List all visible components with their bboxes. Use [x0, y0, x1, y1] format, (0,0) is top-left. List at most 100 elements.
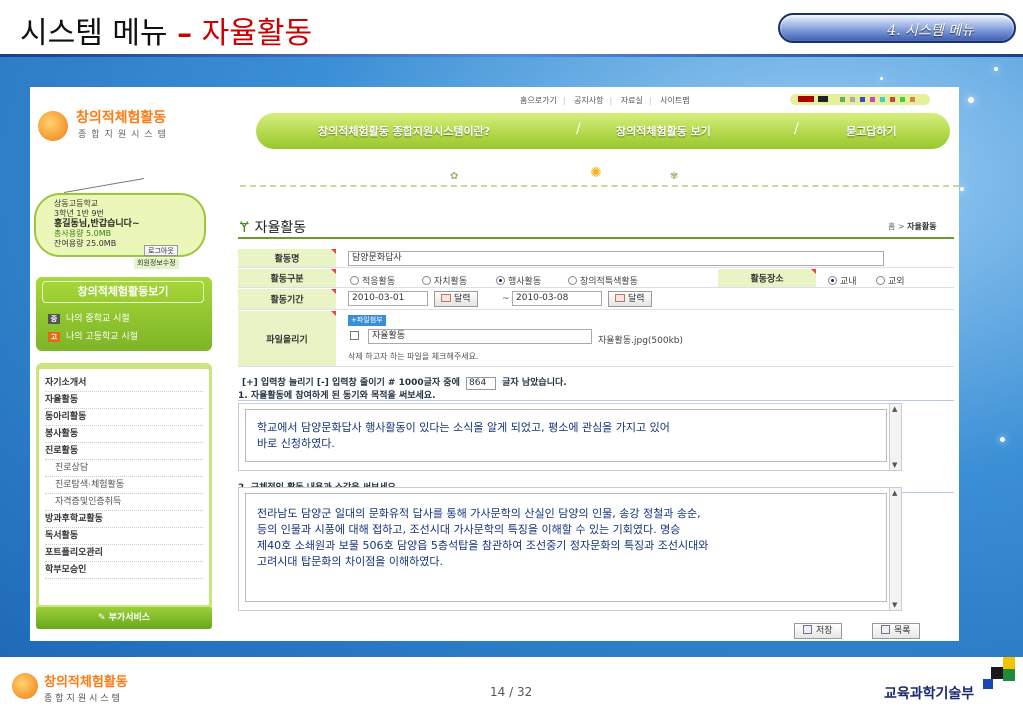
answer-1-textarea[interactable]: 학교에서 담양문화답사 행사활동이 있다는 소식을 알게 되었고, 평소에 관심…: [238, 403, 902, 471]
slide-title-dash: –: [177, 16, 193, 51]
period-label: 활동기간: [238, 289, 336, 309]
link-high-school-label: 나의 고등학교 시절: [66, 332, 138, 342]
scroll-up-icon[interactable]: ▲: [892, 405, 897, 413]
logo-title: 창의적체험활동: [76, 110, 167, 126]
page-number: 14 / 32: [490, 685, 533, 699]
radio-in-school[interactable]: 교내: [828, 274, 857, 287]
theme-swatch[interactable]: [860, 97, 865, 102]
member-edit-button[interactable]: 회원정보수정: [134, 258, 179, 269]
scroll-up-icon[interactable]: ▲: [892, 489, 897, 497]
nav-separator: /: [576, 121, 581, 137]
activity-name-input[interactable]: 담양문화답사: [348, 251, 884, 266]
radio-in-school-circle[interactable]: [828, 276, 837, 285]
profile-greeting: 홍길동님,반갑습니다~: [54, 219, 140, 229]
menu-self-intro[interactable]: 자기소개서: [45, 375, 203, 392]
nav-qna[interactable]: 묻고답하기: [846, 123, 897, 139]
theme-swatch[interactable]: [890, 97, 895, 102]
answer-2-scrollbar[interactable]: ▲ ▼: [889, 488, 901, 610]
menu-portfolio[interactable]: 포트폴리오관리: [45, 545, 203, 562]
activity-type-label: 활동구분: [238, 269, 336, 287]
menu-career-exploration[interactable]: 진로탐색·체험활동: [45, 477, 203, 494]
activity-view-panel: 창의적체험활동보기 중 나의 중학교 시절 고 나의 고등학교 시절: [36, 277, 212, 351]
file-delete-checkbox[interactable]: [350, 331, 359, 342]
file-attach-button[interactable]: +파일첨부: [348, 315, 386, 326]
top-link-notice[interactable]: 공지사항: [574, 96, 603, 105]
attached-file-name[interactable]: 자율활동.jpg(500kb): [598, 333, 683, 346]
profile-box: 상동고등학교 3학년 1반 9번 홍길동님,반갑습니다~ 총사용량 5.0MB …: [34, 177, 212, 269]
file-checkbox-box[interactable]: [350, 331, 359, 340]
date-start-input[interactable]: 2010-03-01: [348, 291, 428, 306]
side-menu: 자기소개서 자율활동 동아리활동 봉사활동 진로활동 진로상담 진로탐색·체험활…: [36, 363, 212, 619]
menu-after-school[interactable]: 방과후학교활동: [45, 511, 203, 528]
theme-color-selector[interactable]: [790, 94, 930, 105]
radio-adaptation[interactable]: 적응활동: [350, 274, 395, 287]
nav-view-activities[interactable]: 창의적체험활동 보기: [616, 123, 711, 139]
profile-school: 상동고등학교: [54, 199, 99, 208]
side-menu-list: 자기소개서 자율활동 동아리활동 봉사활동 진로활동 진로상담 진로탐색·체험활…: [39, 369, 209, 605]
calendar-icon: [441, 294, 451, 302]
radio-off-school[interactable]: 교외: [876, 274, 905, 287]
menu-club[interactable]: 동아리활동: [45, 409, 203, 426]
extra-services-button[interactable]: ✎ 부가서비스: [36, 607, 212, 629]
sparkle-decoration: [968, 97, 974, 103]
textarea-resize-links[interactable]: [+] 입력창 늘리기 [-] 입력창 줄이기 # 1000글자 중에: [242, 378, 460, 388]
web-screenshot: 창의적체험활동 종합지원시스템 홈으로가기 | 공지사항 | 자료실 | 사이트맵 창…: [30, 87, 959, 641]
row-activity-period: 활동기간 2010-03-01 달력 ~ 2010-03-08 달력: [238, 289, 954, 310]
theme-swatch[interactable]: [910, 97, 915, 102]
link-middle-school[interactable]: 중 나의 중학교 시절: [48, 311, 130, 324]
logout-button[interactable]: 로그아웃: [144, 245, 178, 256]
list-button[interactable]: 목록: [872, 623, 920, 639]
logo-subtitle: 종합지원시스템: [78, 130, 171, 140]
theme-swatch[interactable]: [880, 97, 885, 102]
theme-swatch[interactable]: [798, 96, 814, 102]
breadcrumb: 홈 > 자율활동: [888, 221, 937, 232]
menu-career-counseling[interactable]: 진로상담: [45, 460, 203, 477]
theme-swatch[interactable]: [850, 97, 855, 102]
activity-name-label: 활동명: [238, 249, 336, 267]
sparkle-decoration: [880, 77, 883, 80]
nav-about[interactable]: 창의적체험활동 종합지원시스템이란?: [318, 123, 490, 139]
menu-parent-approval[interactable]: 학부모승인: [45, 562, 203, 579]
sprout-icon: Ɏ: [240, 220, 249, 236]
menu-career[interactable]: 진로활동: [45, 443, 203, 460]
slide-footer: 창의적체험활동 종합지원시스템 14 / 32 교육과학기술부: [0, 657, 1023, 708]
calendar-end-button[interactable]: 달력: [608, 291, 652, 307]
menu-reading[interactable]: 독서활동: [45, 528, 203, 545]
activity-view-title[interactable]: 창의적체험활동보기: [42, 281, 204, 303]
menu-certificates[interactable]: 자격증및인증취득: [45, 494, 203, 511]
footer-logo-title: 창의적체험활동: [44, 675, 128, 690]
link-high-school[interactable]: 고 나의 고등학교 시절: [48, 329, 138, 342]
answer-1-scrollbar[interactable]: ▲ ▼: [889, 404, 901, 470]
scroll-down-icon[interactable]: ▼: [892, 601, 897, 609]
page-title: Ɏ 자율활동: [240, 217, 306, 237]
radio-self-governance[interactable]: 자치활동: [422, 274, 467, 287]
top-link-archive[interactable]: 자료실: [621, 96, 643, 105]
date-end-input[interactable]: 2010-03-08: [512, 291, 602, 306]
theme-swatch[interactable]: [900, 97, 905, 102]
radio-creative[interactable]: 창의적특색활동: [568, 274, 638, 287]
extra-services-label: 부가서비스: [108, 613, 151, 623]
calendar-start-button[interactable]: 달력: [434, 291, 478, 307]
scroll-down-icon[interactable]: ▼: [892, 461, 897, 469]
menu-volunteer[interactable]: 봉사활동: [45, 426, 203, 443]
row-activity-name: 활동명 담양문화답사: [238, 249, 954, 268]
file-name-input[interactable]: 자율활동: [368, 329, 592, 344]
radio-event-circle[interactable]: [496, 276, 505, 285]
menu-autonomous[interactable]: 자율활동: [45, 392, 203, 409]
top-link-home[interactable]: 홈으로가기: [520, 96, 557, 105]
breadcrumb-home[interactable]: 홈 >: [888, 222, 905, 231]
theme-swatch[interactable]: [818, 96, 828, 102]
radio-self-governance-circle[interactable]: [422, 276, 431, 285]
profile-tv: 상동고등학교 3학년 1반 9번 홍길동님,반갑습니다~ 총사용량 5.0MB …: [34, 193, 206, 257]
save-button[interactable]: 저장: [794, 623, 842, 639]
nav-separator: /: [794, 121, 799, 137]
theme-swatch[interactable]: [870, 97, 875, 102]
theme-swatch[interactable]: [840, 97, 845, 102]
top-link-sitemap[interactable]: 사이트맵: [660, 96, 689, 105]
pencil-icon: ✎: [97, 613, 109, 623]
radio-off-school-circle[interactable]: [876, 276, 885, 285]
radio-adaptation-circle[interactable]: [350, 276, 359, 285]
answer-2-textarea[interactable]: 전라남도 담양군 일대의 문화유적 답사를 통해 가사문학의 산실인 담양의 인…: [238, 487, 902, 611]
radio-creative-circle[interactable]: [568, 276, 577, 285]
radio-event[interactable]: 행사활동: [496, 274, 541, 287]
